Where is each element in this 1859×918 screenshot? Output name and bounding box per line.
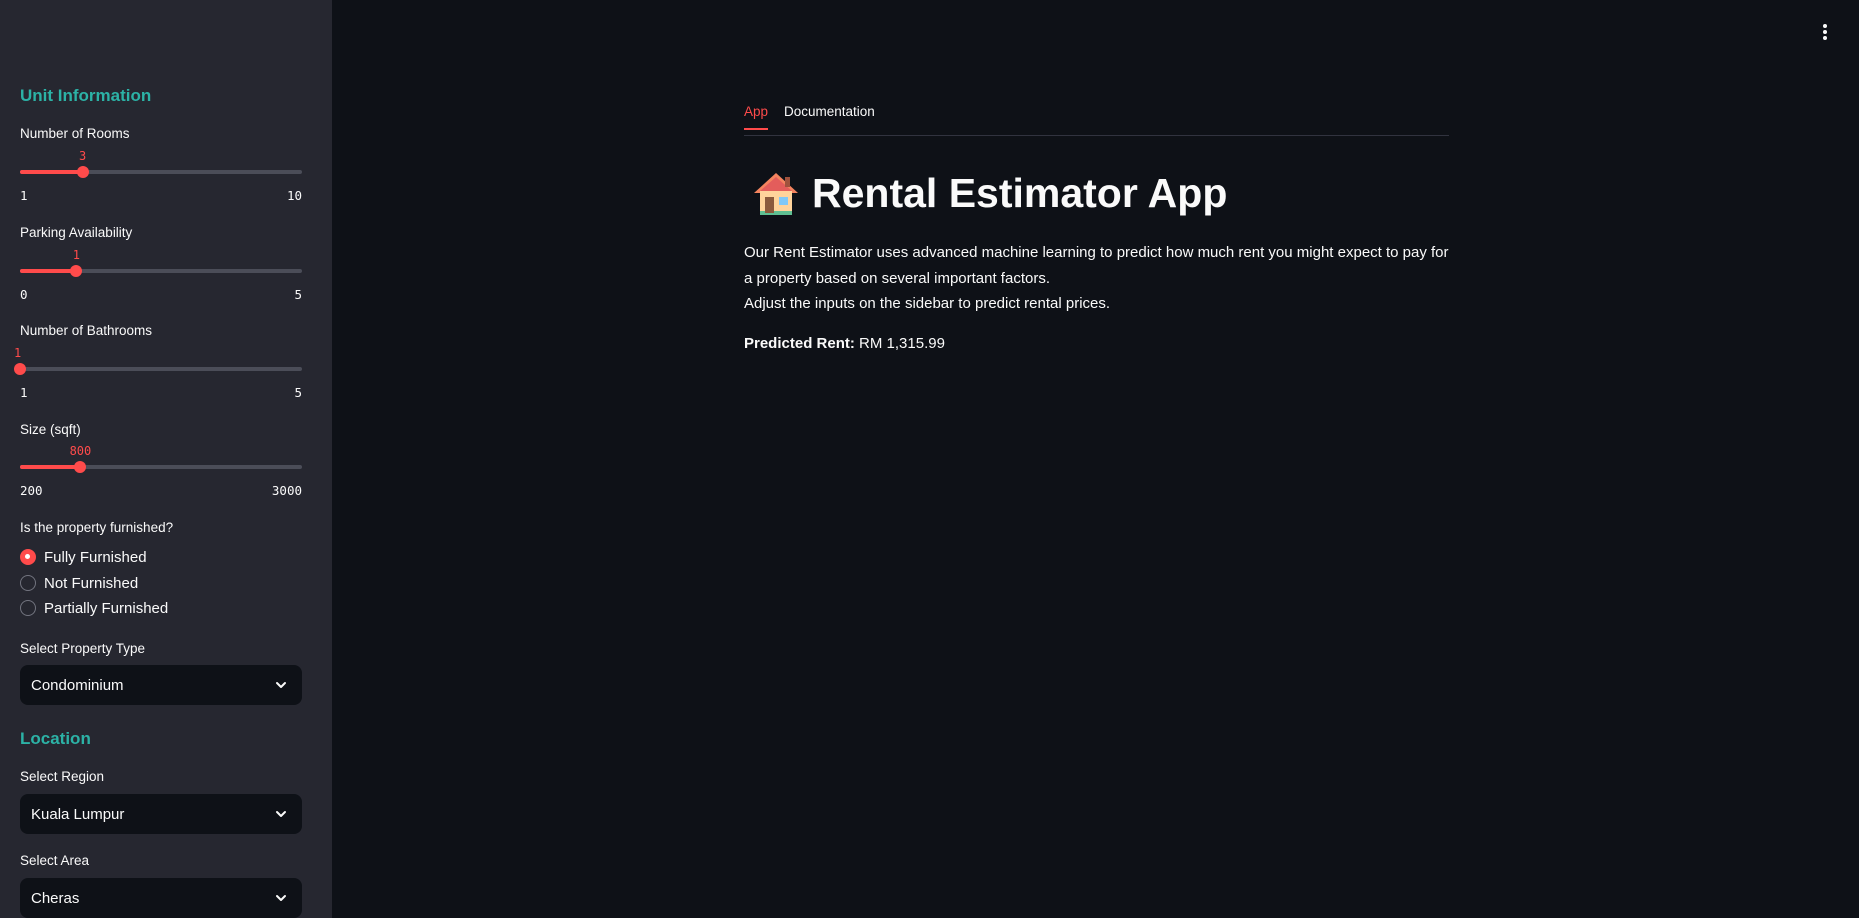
main-menu-button[interactable] [1821, 24, 1829, 42]
area-select[interactable]: Cheras [20, 878, 302, 918]
slider-min: 200 [20, 483, 43, 498]
size-slider[interactable]: 800 200 3000 [20, 443, 302, 498]
predicted-rent: Predicted Rent: RM 1,315.99 [744, 335, 945, 352]
slider-max: 5 [294, 385, 302, 400]
house-icon [754, 172, 798, 215]
parking-slider[interactable]: 1 0 5 [20, 247, 302, 302]
radio-label: Partially Furnished [44, 599, 169, 617]
slider-value: 3 [79, 149, 87, 163]
slider-thumb[interactable] [70, 265, 83, 277]
select-value: Kuala Lumpur [31, 805, 125, 823]
tab-label: App [744, 104, 769, 119]
location-heading: Location [20, 729, 91, 748]
slider-max: 5 [294, 287, 302, 302]
size-label: Size (sqft) [20, 422, 81, 437]
region-select[interactable]: Kuala Lumpur [20, 794, 302, 834]
radio-label: Fully Furnished [44, 548, 147, 566]
radio-not-furnished[interactable]: Not Furnished [20, 573, 138, 593]
page-title-text: Rental Estimator App [812, 170, 1228, 216]
slider-thumb[interactable] [74, 461, 87, 473]
predicted-rent-label: Predicted Rent: [744, 335, 855, 352]
tab-active-underline [744, 128, 769, 130]
furnished-label: Is the property furnished? [20, 520, 174, 535]
more-vertical-icon [1823, 24, 1827, 28]
chevron-down-icon [276, 682, 286, 688]
slider-value: 1 [72, 248, 81, 262]
tab-label: Documentation [784, 104, 875, 119]
slider-track [20, 367, 302, 371]
region-label: Select Region [20, 769, 105, 784]
predicted-rent-value: RM 1,315.99 [859, 335, 945, 352]
area-label: Select Area [20, 853, 90, 868]
radio-dot[interactable] [20, 600, 36, 616]
select-value: Condominium [31, 676, 124, 694]
slider-fill [20, 170, 83, 174]
slider-min: 1 [20, 385, 28, 400]
parking-label: Parking Availability [20, 225, 133, 240]
chevron-down-icon [276, 811, 286, 817]
tab-documentation[interactable]: Documentation [784, 104, 875, 129]
slider-thumb[interactable] [14, 363, 26, 375]
slider-value: 1 [14, 346, 22, 360]
bathrooms-slider[interactable]: 1 1 5 [14, 345, 302, 400]
bathrooms-label: Number of Bathrooms [20, 323, 153, 338]
rooms-slider[interactable]: 3 1 10 [20, 148, 302, 203]
chevron-down-icon [276, 895, 286, 901]
tab-bar: App Documentation [744, 104, 1449, 136]
more-vertical-icon [1823, 36, 1827, 40]
radio-dot[interactable] [20, 549, 36, 565]
slider-max: 3000 [271, 483, 302, 498]
slider-thumb[interactable] [76, 166, 89, 178]
description-line: Adjust the inputs on the sidebar to pred… [744, 295, 1111, 312]
description: Our Rent Estimator uses advanced machine… [744, 240, 1449, 317]
slider-min: 0 [20, 287, 28, 302]
sidebar: Unit Information Number of Rooms 3 1 10 … [0, 0, 332, 918]
slider-fill [20, 269, 77, 273]
radio-label: Not Furnished [44, 574, 139, 592]
select-value: Cheras [31, 889, 80, 907]
page-title: Rental Estimator App [752, 170, 1227, 217]
slider-min: 1 [20, 188, 28, 203]
slider-max: 10 [286, 188, 302, 203]
radio-dot[interactable] [20, 575, 36, 591]
more-vertical-icon [1823, 30, 1827, 34]
property-type-label: Select Property Type [20, 641, 146, 656]
radio-partially-furnished[interactable]: Partially Furnished [20, 598, 168, 618]
slider-fill [20, 465, 81, 469]
app-root: Unit Information Number of Rooms 3 1 10 … [0, 0, 1859, 918]
slider-value: 800 [69, 444, 92, 458]
rooms-label: Number of Rooms [20, 126, 130, 141]
property-type-select[interactable]: Condominium [20, 665, 302, 705]
description-line: Our Rent Estimator uses advanced machine… [744, 244, 1449, 287]
radio-fully-furnished[interactable]: Fully Furnished [20, 547, 147, 567]
tab-app[interactable]: App [744, 104, 769, 130]
unit-information-heading: Unit Information [20, 86, 152, 105]
